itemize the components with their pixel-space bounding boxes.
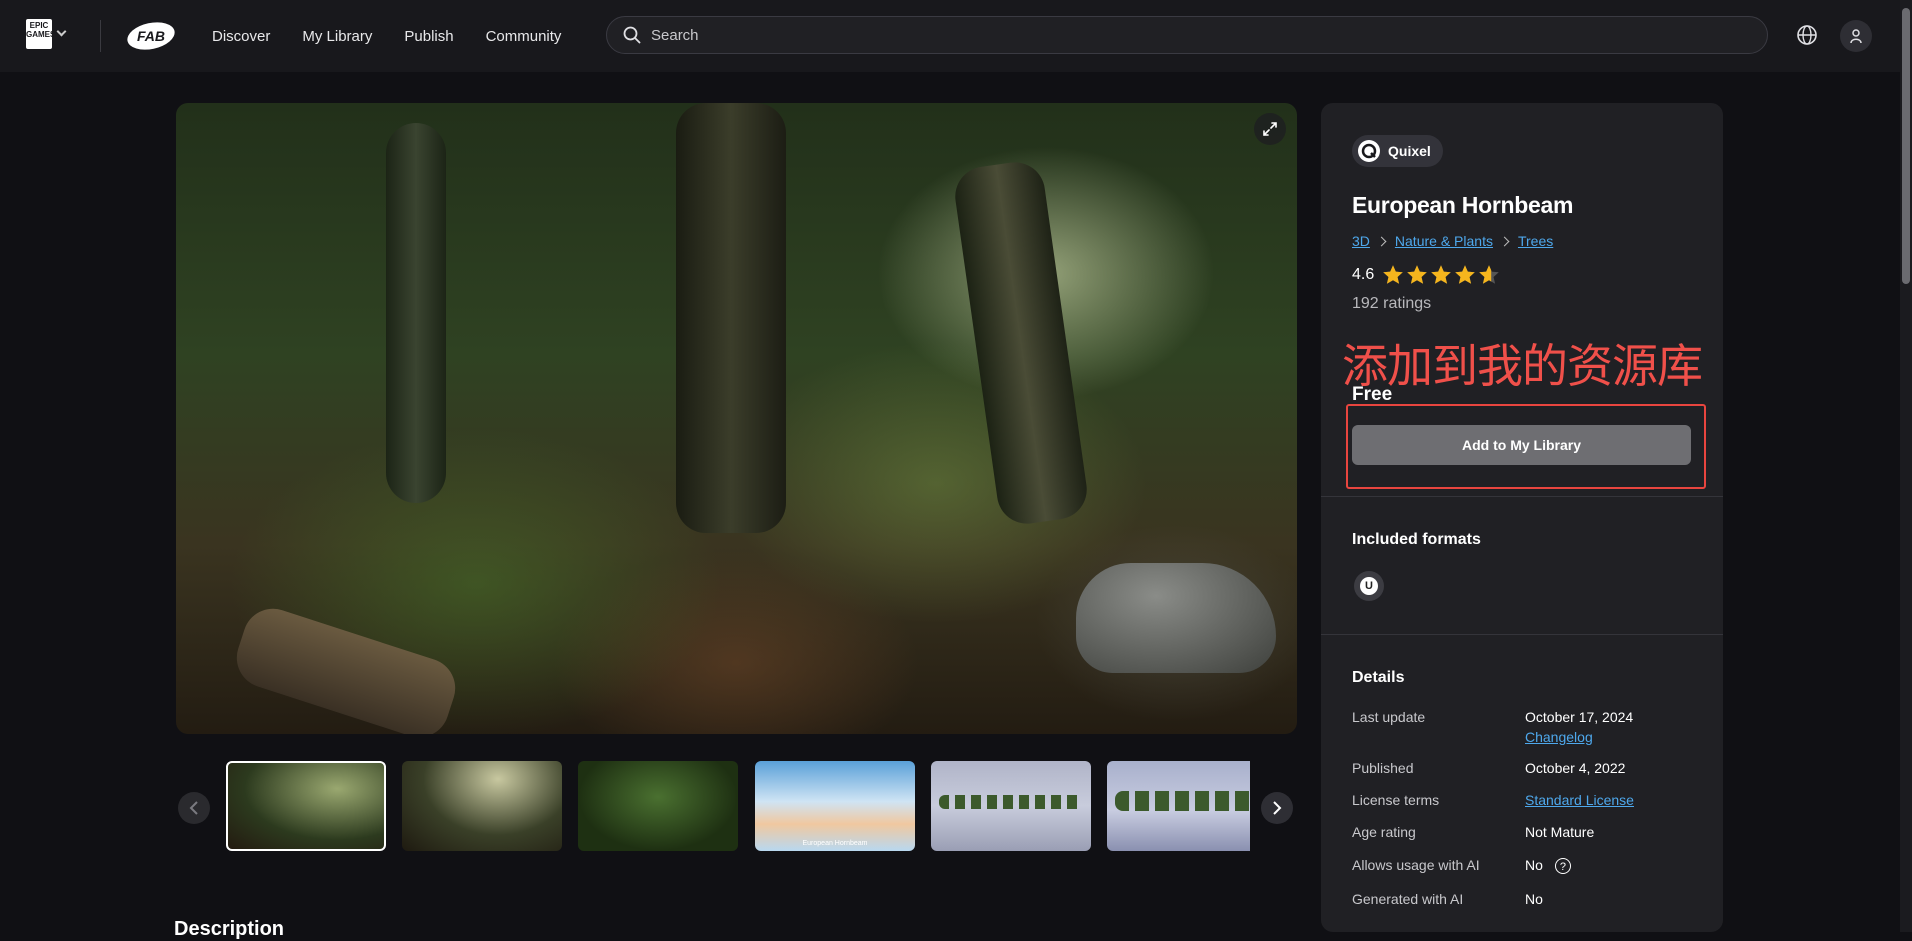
main-nav: Discover My Library Publish Community bbox=[196, 0, 577, 72]
product-title: European Hornbeam bbox=[1352, 192, 1574, 218]
help-icon[interactable]: ? bbox=[1554, 858, 1571, 875]
nav-community[interactable]: Community bbox=[470, 28, 578, 45]
search-input[interactable]: Search bbox=[606, 16, 1768, 54]
description-heading: Description bbox=[174, 918, 285, 940]
gallery-thumbnail-strip: European Hornbeam bbox=[226, 760, 1250, 852]
changelog-link[interactable]: Changelog bbox=[1525, 729, 1593, 745]
divider bbox=[1321, 634, 1723, 635]
tree-trunk-shape bbox=[386, 123, 446, 503]
included-formats-heading: Included formats bbox=[1352, 531, 1481, 548]
fallen-log-shape bbox=[229, 600, 463, 734]
tree-trunk-shape bbox=[676, 103, 786, 533]
thumbnail-caption: European Hornbeam bbox=[802, 840, 868, 847]
breadcrumb-trees[interactable]: Trees bbox=[1518, 233, 1553, 249]
gallery-prev-button[interactable] bbox=[178, 792, 210, 824]
unreal-engine-icon[interactable]: U bbox=[1354, 571, 1384, 601]
detail-label-published: Published bbox=[1352, 760, 1414, 776]
license-link[interactable]: Standard License bbox=[1525, 792, 1634, 808]
nav-publish[interactable]: Publish bbox=[388, 28, 469, 45]
seller-name: Quixel bbox=[1388, 143, 1431, 159]
tree-row-shape bbox=[1115, 791, 1250, 811]
epic-games-logo[interactable]: EPIC GAMES bbox=[26, 19, 55, 49]
divider bbox=[1321, 496, 1723, 497]
breadcrumb: 3D Nature & Plants Trees bbox=[1352, 233, 1553, 249]
detail-label-license: License terms bbox=[1352, 792, 1440, 808]
top-navigation-bar: EPIC GAMES FAB Discover My Library Publi… bbox=[0, 0, 1900, 72]
add-to-library-button[interactable]: Add to My Library bbox=[1352, 425, 1691, 465]
price: Free bbox=[1352, 384, 1393, 405]
annotation-label: 添加到我的资源库 bbox=[1342, 339, 1703, 393]
detail-label-last-update: Last update bbox=[1352, 709, 1426, 725]
chevron-right-icon bbox=[1273, 801, 1282, 815]
detail-value-ai-usage: No? bbox=[1525, 857, 1571, 875]
star-icon bbox=[1407, 265, 1428, 284]
gallery-thumbnail[interactable] bbox=[931, 761, 1091, 851]
star-rating bbox=[1382, 264, 1500, 286]
detail-label-age-rating: Age rating bbox=[1352, 824, 1416, 840]
tree-row-shape bbox=[939, 795, 1083, 809]
avatar[interactable] bbox=[1840, 20, 1872, 52]
gallery-thumbnail[interactable]: European Hornbeam bbox=[755, 761, 915, 851]
rating-value: 4.6 bbox=[1352, 266, 1375, 283]
chevron-right-icon bbox=[1376, 236, 1387, 246]
user-icon bbox=[1850, 29, 1862, 44]
nav-discover[interactable]: Discover bbox=[196, 28, 286, 45]
quixel-logo-icon bbox=[1358, 140, 1380, 162]
scrollbar-thumb[interactable] bbox=[1902, 8, 1910, 284]
ratings-count[interactable]: 192 ratings bbox=[1352, 295, 1431, 313]
gallery-next-button[interactable] bbox=[1261, 792, 1293, 824]
gallery-thumbnail[interactable] bbox=[578, 761, 738, 851]
tree-trunk-shape bbox=[951, 158, 1091, 528]
star-icon bbox=[1455, 265, 1476, 284]
details-heading: Details bbox=[1352, 669, 1405, 686]
gallery-thumbnail[interactable] bbox=[1107, 761, 1250, 851]
expand-icon bbox=[1263, 122, 1277, 136]
fab-logo[interactable]: FAB bbox=[126, 20, 176, 52]
product-main-image[interactable] bbox=[176, 103, 1297, 734]
detail-value-age-rating: Not Mature bbox=[1525, 824, 1595, 840]
rock-shape bbox=[1076, 563, 1276, 673]
detail-label-generated-ai: Generated with AI bbox=[1352, 891, 1464, 907]
breadcrumb-nature-plants[interactable]: Nature & Plants bbox=[1395, 233, 1493, 249]
chevron-right-icon bbox=[1499, 236, 1510, 246]
detail-value-last-update: October 17, 2024 bbox=[1525, 709, 1634, 725]
star-icon bbox=[1479, 265, 1500, 284]
search-placeholder: Search bbox=[651, 27, 699, 44]
gallery-thumbnail[interactable] bbox=[402, 761, 562, 851]
breadcrumb-3d[interactable]: 3D bbox=[1352, 233, 1370, 249]
seller-badge[interactable]: Quixel bbox=[1352, 135, 1443, 167]
detail-value-generated-ai: No bbox=[1525, 891, 1543, 907]
chevron-left-icon bbox=[189, 801, 198, 815]
chevron-down-icon[interactable] bbox=[56, 26, 67, 37]
star-icon bbox=[1383, 265, 1404, 284]
divider bbox=[100, 20, 101, 52]
svg-text:FAB: FAB bbox=[137, 28, 165, 44]
star-icon bbox=[1431, 265, 1452, 284]
gallery-thumbnail[interactable] bbox=[226, 761, 386, 851]
detail-value-published: October 4, 2022 bbox=[1525, 760, 1626, 776]
nav-my-library[interactable]: My Library bbox=[286, 28, 388, 45]
search-icon bbox=[623, 26, 641, 44]
rating-summary[interactable]: 4.6 bbox=[1352, 264, 1500, 286]
detail-label-ai-usage: Allows usage with AI bbox=[1352, 857, 1480, 873]
expand-fullscreen-button[interactable] bbox=[1254, 113, 1286, 145]
globe-icon[interactable] bbox=[1796, 24, 1818, 46]
